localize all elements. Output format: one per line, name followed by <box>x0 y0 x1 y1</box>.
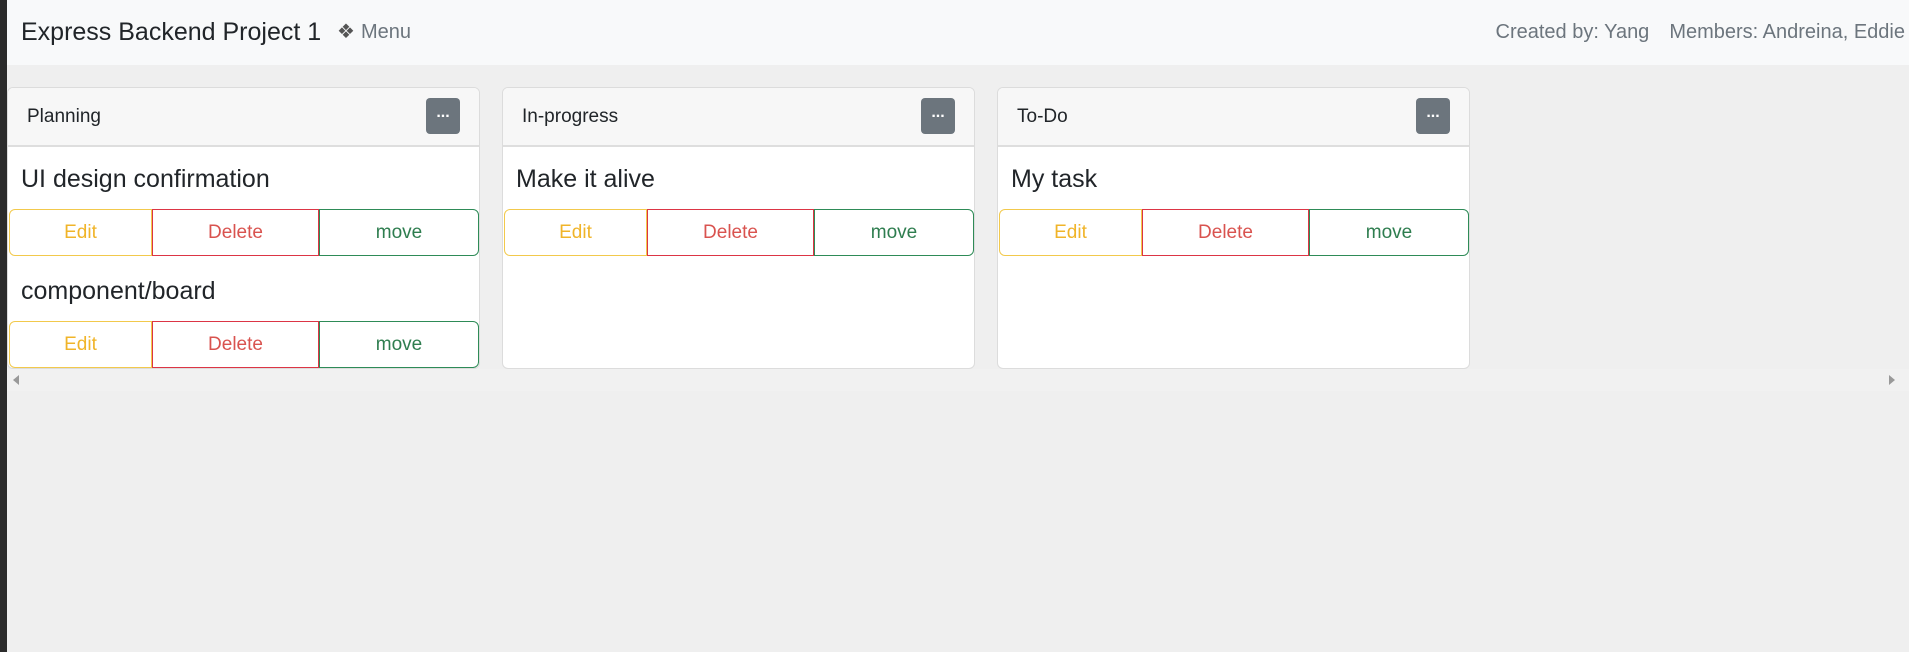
list-header: Planning ... <box>8 88 479 147</box>
list-to-do: To-Do ... My task Edit Delete move <box>997 87 1470 369</box>
menu-label: Menu <box>360 21 411 43</box>
edit-button[interactable]: Edit <box>999 209 1142 256</box>
editor-edge-strip <box>0 0 7 652</box>
delete-button[interactable]: Delete <box>152 209 319 256</box>
move-button[interactable]: move <box>319 321 479 368</box>
list-title: In-progress <box>522 106 619 127</box>
horizontal-scrollbar[interactable] <box>7 369 1909 391</box>
menu-button[interactable]: ❖ Menu <box>337 18 411 46</box>
list-planning: Planning ... UI design confirmation Edit… <box>7 87 480 369</box>
top-navbar: Express Backend Project 1 ❖ Menu Created … <box>7 0 1909 65</box>
project-info: Created by: Yang Members: Andreina, Eddie <box>1496 18 1906 46</box>
project-title[interactable]: Express Backend Project 1 <box>21 16 321 48</box>
task-card: Make it alive Edit Delete move <box>503 147 974 259</box>
delete-button[interactable]: Delete <box>1142 209 1309 256</box>
task-card: My task Edit Delete move <box>998 147 1469 259</box>
board-area: Planning ... UI design confirmation Edit… <box>7 65 1909 392</box>
list-in-progress: In-progress ... Make it alive Edit Delet… <box>502 87 975 369</box>
task-title: My task <box>1011 165 1098 193</box>
delete-button[interactable]: Delete <box>152 321 319 368</box>
edit-button[interactable]: Edit <box>504 209 647 256</box>
edit-button[interactable]: Edit <box>9 321 152 368</box>
members-text: Members: Andreina, Eddie <box>1669 21 1905 43</box>
task-actions: Edit Delete move <box>504 209 974 256</box>
menu-icon: ❖ <box>337 21 355 43</box>
delete-button[interactable]: Delete <box>647 209 814 256</box>
list-header: In-progress ... <box>503 88 974 147</box>
list-options-button[interactable]: ... <box>426 98 460 134</box>
task-card: component/board Edit Delete move <box>8 259 479 368</box>
list-title: To-Do <box>1017 106 1068 127</box>
list-options-button[interactable]: ... <box>1416 98 1450 134</box>
scroll-right-icon[interactable] <box>1889 375 1895 385</box>
created-by-text: Created by: Yang <box>1495 21 1650 43</box>
move-button[interactable]: move <box>814 209 974 256</box>
task-actions: Edit Delete move <box>999 209 1469 256</box>
task-actions: Edit Delete move <box>9 321 479 368</box>
edit-button[interactable]: Edit <box>9 209 152 256</box>
move-button[interactable]: move <box>319 209 479 256</box>
scroll-left-icon[interactable] <box>13 375 19 385</box>
task-actions: Edit Delete move <box>9 209 479 256</box>
task-title: Make it alive <box>516 165 655 193</box>
list-options-button[interactable]: ... <box>921 98 955 134</box>
move-button[interactable]: move <box>1309 209 1469 256</box>
task-title: component/board <box>21 277 216 305</box>
task-card: UI design confirmation Edit Delete move <box>8 147 479 259</box>
list-header: To-Do ... <box>998 88 1469 147</box>
task-title: UI design confirmation <box>21 165 270 193</box>
list-title: Planning <box>27 106 101 127</box>
